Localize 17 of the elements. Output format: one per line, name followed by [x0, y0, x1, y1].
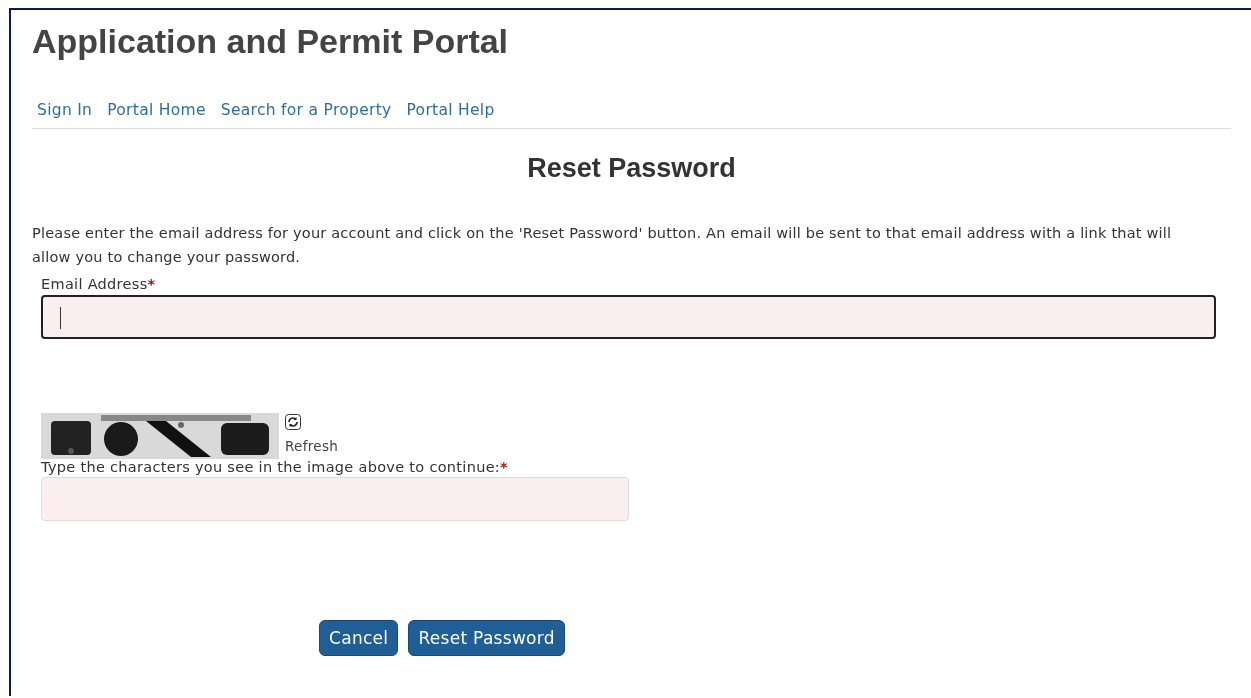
portal-title: Application and Permit Portal: [32, 22, 510, 61]
nav-link[interactable]: Search for a Property: [220, 101, 392, 119]
required-mark: *: [147, 276, 156, 292]
field-label: Email Address: [41, 276, 148, 292]
refresh-label[interactable]: Refresh: [285, 438, 339, 454]
email-field[interactable]: [41, 295, 1216, 339]
nav-link[interactable]: Sign In: [37, 101, 93, 119]
page-heading: Reset Password: [526, 153, 737, 184]
action-button[interactable]: Reset Password: [408, 620, 565, 656]
nav-link[interactable]: Portal Home: [107, 101, 206, 119]
refresh-icon[interactable]: [285, 414, 301, 430]
nav-link[interactable]: Portal Help: [406, 101, 495, 119]
action-button[interactable]: Cancel: [319, 620, 399, 656]
required-mark: *: [500, 459, 508, 475]
captcha-field[interactable]: [41, 477, 629, 521]
captcha-prompt: Type the characters you see in the image above to continue:: [41, 459, 501, 475]
instructions-text: Please enter the email address for your account and click on the 'Reset Password' button. An email will be sent to that email address with a link that will allow you to change your password.: [32, 224, 1173, 267]
